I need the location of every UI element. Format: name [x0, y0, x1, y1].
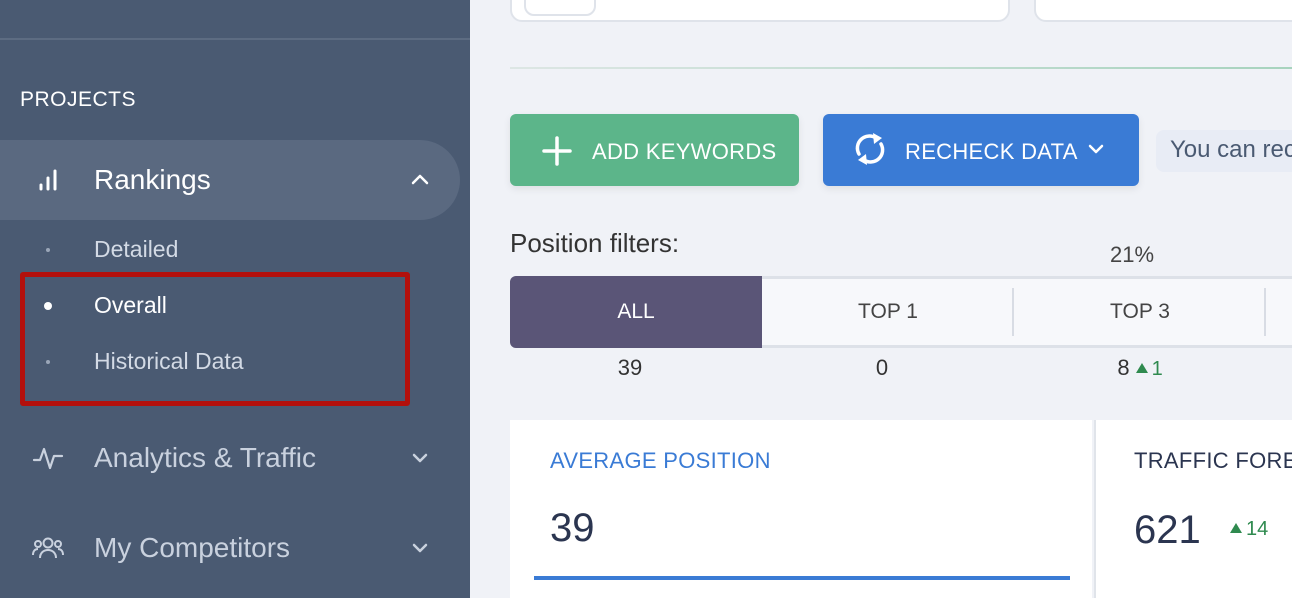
recheck-data-label: RECHECK DATA	[905, 139, 1078, 164]
active-card-indicator	[534, 576, 1070, 580]
average-position-card[interactable]: AVERAGE POSITION 39	[510, 420, 1092, 598]
sidebar-item-analytics-traffic[interactable]: Analytics & Traffic	[0, 418, 460, 498]
top3-percentage: 21%	[1110, 242, 1155, 267]
top-card-inner[interactable]	[524, 0, 596, 16]
sidebar: PROJECTS Rankings Detailed Overall Histo…	[0, 0, 470, 598]
recheck-data-button[interactable]: RECHECK DATA	[823, 114, 1139, 186]
traffic-forecast-card[interactable]: TRAFFIC FOREC 621 14	[1094, 420, 1292, 598]
traffic-change: 14	[1224, 518, 1268, 541]
filter-count-all: 39	[617, 355, 643, 380]
main-content: ADD KEYWORDS RECHECK DATA You can rec Po…	[470, 0, 1292, 598]
chevron-down-icon[interactable]	[408, 536, 432, 560]
plus-icon	[542, 136, 572, 166]
filter-tab-top3[interactable]: TOP 3	[1014, 276, 1266, 348]
chevron-down-icon[interactable]	[408, 446, 432, 470]
filter-count-top1: 0	[875, 355, 889, 380]
sidebar-item-rankings[interactable]: Rankings	[0, 140, 460, 220]
filter-count-top3: 81	[1014, 355, 1266, 381]
chevron-up-icon[interactable]	[408, 168, 432, 192]
filter-tab-all[interactable]: ALL	[510, 276, 762, 348]
sidebar-subitem-detailed[interactable]: Detailed	[0, 230, 460, 270]
sidebar-subitem-label: Detailed	[94, 236, 179, 262]
people-icon	[30, 530, 66, 566]
sidebar-item-label: My Competitors	[94, 532, 291, 563]
change-value: 1	[1151, 358, 1163, 380]
filter-count-value: 8	[1117, 355, 1130, 380]
position-filters-label: Position filters:	[510, 228, 680, 258]
bar-chart-icon	[30, 162, 66, 198]
average-position-title: AVERAGE POSITION	[550, 448, 771, 473]
arrow-up-icon	[1135, 363, 1148, 373]
traffic-forecast-value: 621	[1134, 508, 1201, 552]
chevron-down-icon[interactable]	[1085, 138, 1107, 160]
sidebar-divider	[0, 38, 470, 40]
sidebar-item-label: Rankings	[94, 164, 211, 195]
filter-separator	[1012, 288, 1014, 336]
add-keywords-label: ADD KEYWORDS	[592, 139, 777, 164]
top-card-right	[1034, 0, 1292, 22]
arrow-up-icon	[1230, 523, 1242, 533]
top-card-left	[510, 0, 1010, 22]
projects-section-title: PROJECTS	[20, 88, 137, 111]
bullet-icon	[46, 248, 50, 252]
recheck-info-text: You can rec	[1156, 130, 1292, 172]
pulse-icon	[30, 440, 66, 476]
traffic-forecast-title: TRAFFIC FOREC	[1134, 448, 1292, 473]
filter-tab-next[interactable]	[1266, 276, 1292, 348]
sidebar-item-my-competitors[interactable]: My Competitors	[0, 508, 460, 588]
sidebar-item-label: Analytics & Traffic	[94, 442, 317, 473]
average-position-value: 39	[550, 506, 595, 550]
filter-separator	[1264, 288, 1266, 336]
change-value: 14	[1246, 518, 1269, 540]
highlight-annotation-box	[20, 272, 410, 406]
add-keywords-button[interactable]: ADD KEYWORDS	[510, 114, 799, 186]
filter-tab-top1[interactable]: TOP 1	[762, 276, 1014, 348]
refresh-icon	[851, 130, 889, 168]
content-divider	[510, 67, 1292, 69]
